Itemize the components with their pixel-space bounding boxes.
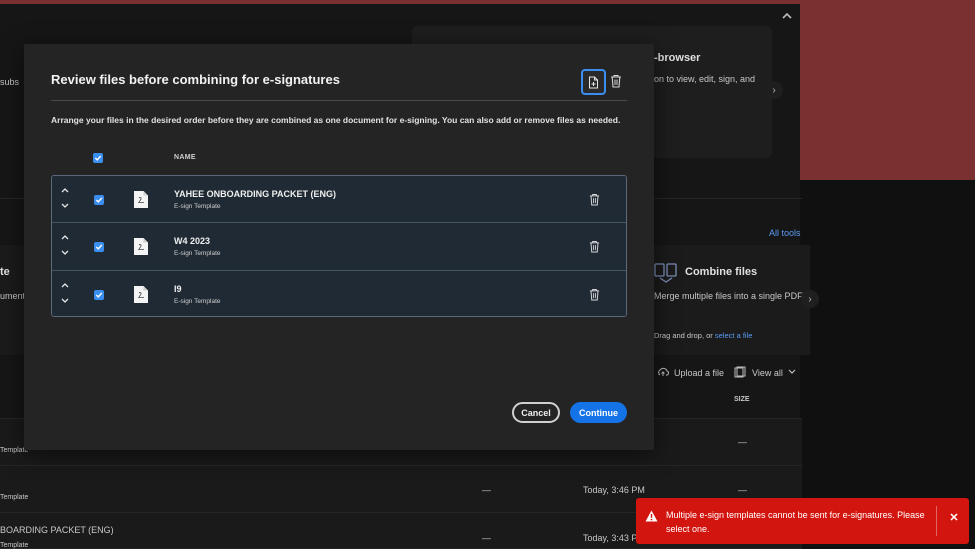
select-all-checkbox[interactable] bbox=[93, 153, 103, 163]
top-banner-strip bbox=[0, 0, 802, 4]
view-all-icon bbox=[734, 366, 746, 378]
move-up-icon[interactable] bbox=[60, 186, 70, 194]
file-checkbox[interactable] bbox=[94, 242, 104, 253]
file-list: YAHEE ONBOARDING PACKET (ENG) E-sign Tem… bbox=[51, 175, 627, 317]
check-icon bbox=[94, 155, 102, 161]
move-down-icon[interactable] bbox=[60, 202, 70, 210]
warning-icon bbox=[645, 510, 658, 522]
file-checkbox[interactable] bbox=[94, 195, 104, 205]
check-icon bbox=[95, 197, 103, 203]
add-file-icon bbox=[589, 76, 598, 88]
file-row[interactable]: YAHEE ONBOARDING PACKET (ENG) E-sign Tem… bbox=[52, 176, 626, 224]
file-type: E-sign Template bbox=[174, 297, 221, 305]
chevron-down-icon bbox=[788, 369, 796, 374]
esign-template-icon bbox=[134, 191, 148, 208]
file-name: W4 2023 bbox=[174, 236, 211, 247]
chevron-up-icon[interactable] bbox=[781, 10, 793, 22]
view-all-button[interactable]: View all bbox=[752, 368, 783, 378]
error-toast: Multiple e-sign templates cannot be sent… bbox=[636, 498, 969, 544]
side-panel bbox=[800, 0, 975, 180]
esign-template-icon bbox=[134, 285, 148, 303]
tools-next-icon[interactable]: › bbox=[801, 290, 819, 308]
esign-template-icon bbox=[134, 238, 148, 256]
bg-te-text: te bbox=[0, 266, 10, 278]
file-checkbox[interactable] bbox=[94, 289, 104, 300]
dialog-title: Review files before combining for e-sign… bbox=[51, 72, 340, 87]
check-icon bbox=[95, 244, 103, 251]
bg-ument-text: ument bbox=[0, 291, 26, 301]
dialog-description: Arrange your files in the desired order … bbox=[51, 115, 621, 125]
drop-text: Drag and drop, or select a file bbox=[654, 331, 753, 340]
add-file-button[interactable] bbox=[581, 69, 606, 95]
delete-all-trash-icon[interactable] bbox=[610, 74, 622, 88]
file-type: E-sign Template bbox=[174, 250, 221, 258]
browser-card-desc: on to view, edit, sign, and bbox=[654, 74, 756, 84]
delete-file-trash-icon[interactable] bbox=[589, 193, 600, 206]
move-down-icon[interactable] bbox=[60, 297, 70, 305]
all-tools-link[interactable]: All tools bbox=[769, 228, 801, 238]
chevron-right-icon[interactable]: › bbox=[765, 81, 783, 99]
move-up-icon[interactable] bbox=[60, 281, 70, 289]
bg-subs-text: subs bbox=[0, 77, 20, 87]
move-down-icon[interactable] bbox=[60, 249, 70, 257]
name-column-header: NAME bbox=[174, 154, 196, 161]
upload-icon bbox=[658, 367, 669, 376]
browser-card-title: -browser bbox=[654, 52, 701, 64]
dialog-divider bbox=[51, 100, 627, 101]
review-files-dialog: Review files before combining for e-sign… bbox=[24, 44, 654, 450]
toast-message: Multiple e-sign templates cannot be sent… bbox=[666, 510, 925, 534]
file-name: I9 bbox=[174, 283, 182, 294]
combine-files-title[interactable]: Combine files bbox=[685, 266, 757, 278]
file-row[interactable]: I9 E-sign Template bbox=[52, 270, 626, 316]
delete-file-trash-icon[interactable] bbox=[589, 240, 600, 253]
combine-files-desc: Merge multiple files into a single PDF bbox=[654, 291, 803, 301]
combine-files-icon bbox=[654, 263, 677, 283]
delete-file-trash-icon[interactable] bbox=[589, 288, 600, 301]
close-icon[interactable]: ✕ bbox=[947, 510, 961, 524]
check-icon bbox=[95, 292, 103, 298]
right-strip bbox=[800, 180, 975, 549]
cancel-button[interactable]: Cancel bbox=[512, 402, 560, 423]
select-file-link[interactable]: select a file bbox=[715, 331, 753, 340]
file-name: YAHEE ONBOARDING PACKET (ENG) bbox=[174, 189, 337, 199]
file-row[interactable]: W4 2023 E-sign Template bbox=[52, 223, 626, 271]
size-column-header: SIZE bbox=[734, 396, 750, 403]
toast-separator bbox=[936, 506, 937, 536]
move-up-icon[interactable] bbox=[60, 233, 70, 241]
upload-file-button[interactable]: Upload a file bbox=[674, 368, 724, 378]
continue-button[interactable]: Continue bbox=[570, 402, 627, 423]
file-type: E-sign Template bbox=[174, 203, 221, 210]
